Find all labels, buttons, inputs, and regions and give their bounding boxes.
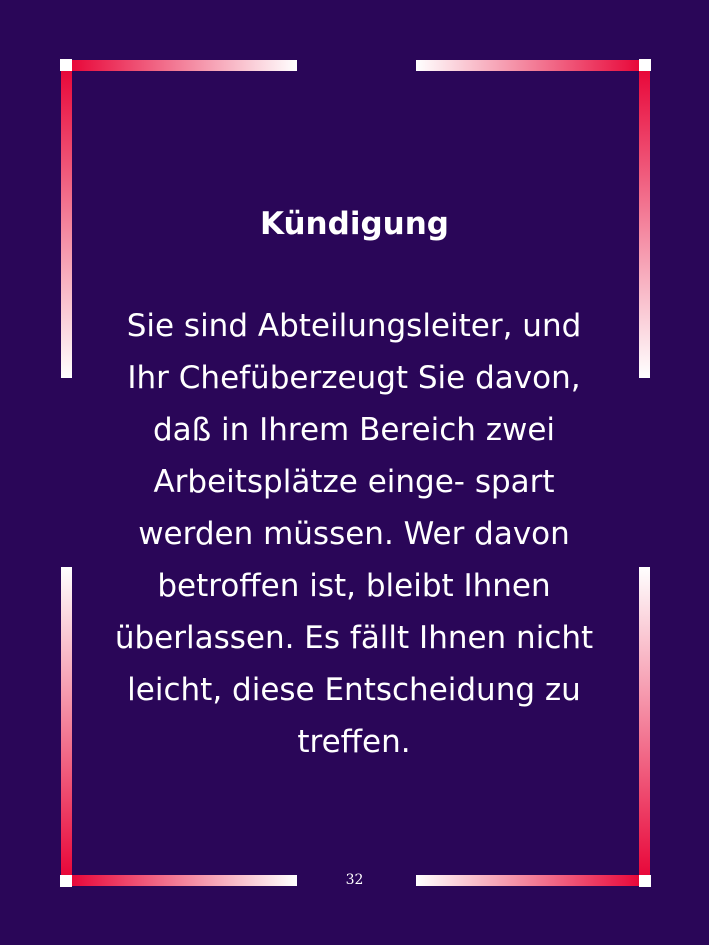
frame-bar-top-left [72,60,297,71]
frame-bar-left-lower [61,567,72,875]
card-body-text: Sie sind Abteilungsleiter, und Ihr Chefü… [114,308,594,760]
frame-bar-top-right [416,60,639,71]
card-title: Kündigung [260,206,449,242]
frame-bar-right-lower [639,567,650,875]
page-number: 32 [345,872,364,888]
frame-corner-top-left [60,59,72,71]
frame-corner-top-right [639,59,651,71]
